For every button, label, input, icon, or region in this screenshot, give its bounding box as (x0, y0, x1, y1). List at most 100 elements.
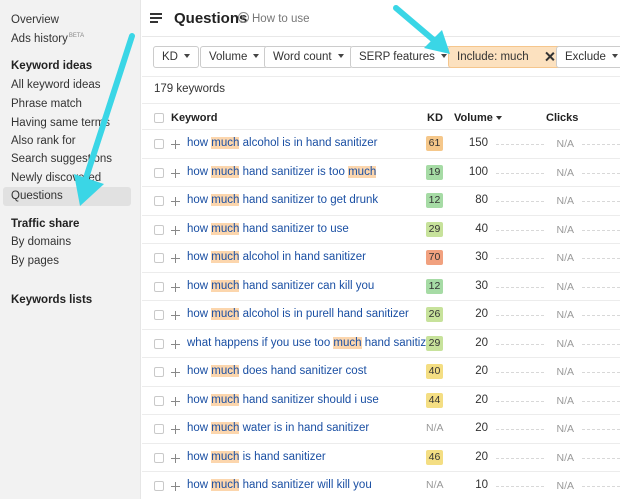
row-divider (142, 328, 620, 330)
add-icon[interactable] (171, 140, 180, 149)
keyword-link[interactable]: how much hand sanitizer will kill you (187, 479, 372, 491)
clicks-trend-line (582, 229, 620, 231)
close-icon[interactable] (545, 52, 554, 61)
add-icon[interactable] (171, 282, 180, 292)
clicks-value: N/A (556, 166, 574, 179)
row-checkbox[interactable] (154, 167, 164, 178)
volume-value: 20 (475, 422, 488, 434)
exclude-filter-button[interactable]: Exclude (556, 46, 620, 68)
menu-icon[interactable] (150, 13, 162, 23)
volume-trend-line (496, 400, 544, 402)
keyword-text: how (187, 222, 212, 235)
add-icon[interactable] (171, 225, 180, 235)
chevron-down-icon (337, 54, 344, 58)
clicks-trend-line (582, 286, 620, 288)
column-header-keyword[interactable]: Keyword (171, 112, 217, 124)
kd-badge: 26 (426, 307, 443, 322)
keyword-link[interactable]: how much hand sanitizer should i use (187, 393, 379, 406)
kd-filter-button[interactable]: KD (153, 46, 199, 68)
include-filter-label: Include: much (457, 51, 529, 63)
keyword-text: how (187, 194, 212, 206)
sidebar-item-also-rank-for[interactable]: Also rank for (11, 135, 76, 147)
row-checkbox[interactable] (154, 224, 164, 235)
row-checkbox[interactable] (154, 310, 164, 320)
add-icon[interactable] (171, 425, 180, 434)
row-checkbox[interactable] (154, 253, 164, 263)
add-icon[interactable] (171, 339, 180, 349)
add-icon[interactable] (171, 168, 180, 178)
sidebar-item-having-same-terms[interactable]: Having same terms (11, 117, 110, 129)
add-icon[interactable] (171, 396, 180, 406)
word-count-filter-label: Word count (273, 51, 332, 63)
clicks-value: N/A (556, 366, 574, 378)
keyword-text: hand sanitizer should i use (239, 393, 379, 406)
row-checkbox[interactable] (154, 367, 164, 377)
add-icon[interactable] (171, 482, 180, 491)
volume-trend-line (496, 144, 544, 145)
keyword-link[interactable]: how much water is in hand sanitizer (187, 422, 369, 434)
row-checkbox[interactable] (154, 424, 164, 434)
keyword-text: is hand sanitizer (239, 450, 326, 463)
volume-trend-line (496, 229, 544, 231)
keyword-link[interactable]: how much does hand sanitizer cost (187, 365, 367, 377)
add-icon[interactable] (171, 453, 180, 463)
keyword-link[interactable]: how much hand sanitizer can kill you (187, 279, 374, 292)
keyword-link[interactable]: how much alcohol is in hand sanitizer (187, 137, 378, 149)
chevron-down-icon (440, 54, 447, 58)
word-count-filter-button[interactable]: Word count (264, 46, 353, 68)
volume-value: 20 (475, 336, 488, 349)
sidebar-item-search-suggestions[interactable]: Search suggestions (11, 153, 112, 165)
volume-filter-label: Volume (209, 51, 248, 63)
volume-filter-button[interactable]: Volume (200, 46, 269, 68)
keyword-link[interactable]: how much hand sanitizer is too much (187, 165, 377, 178)
serp-features-filter-button[interactable]: SERP features (350, 46, 456, 68)
volume-trend-line (496, 372, 544, 373)
clicks-trend-line (582, 429, 620, 430)
sidebar-item-by-pages[interactable]: By pages (11, 255, 59, 267)
row-checkbox[interactable] (154, 196, 164, 206)
keyword-link[interactable]: how much alcohol is in purell hand sanit… (187, 308, 409, 320)
row-checkbox[interactable] (154, 338, 164, 349)
kd-badge: 12 (426, 278, 443, 294)
add-icon[interactable] (171, 254, 180, 263)
select-all-checkbox[interactable] (154, 113, 164, 123)
include-filter-button[interactable]: Include: much (448, 46, 563, 68)
sidebar-item-questions[interactable]: Questions (3, 187, 131, 206)
sidebar-item-newly-discovered[interactable]: Newly discovered (11, 172, 101, 184)
row-checkbox[interactable] (154, 281, 164, 292)
keyword-highlight: much (333, 336, 362, 349)
sidebar-item-ads-history[interactable]: Ads historyBETA (11, 33, 84, 45)
sidebar-item-overview[interactable]: Overview (11, 14, 59, 26)
keyword-link[interactable]: how much hand sanitizer to get drunk (187, 194, 378, 206)
keyword-text: what happens if you use too (187, 336, 334, 349)
column-header-kd[interactable]: KD (427, 112, 443, 124)
volume-value: 30 (475, 279, 488, 292)
keyword-link[interactable]: how much hand sanitizer to use (187, 222, 349, 235)
row-checkbox[interactable] (154, 481, 164, 491)
sidebar-section-keywords-lists[interactable]: Keywords lists (11, 294, 92, 306)
kd-badge: 19 (426, 164, 443, 180)
volume-trend-line (496, 457, 544, 459)
sidebar-item-phrase-match[interactable]: Phrase match (11, 98, 82, 110)
row-checkbox[interactable] (154, 139, 164, 149)
volume-trend-line (496, 286, 544, 288)
keyword-link[interactable]: how much alcohol in hand sanitizer (187, 251, 366, 263)
sidebar-item-all-keyword-ideas[interactable]: All keyword ideas (11, 79, 100, 91)
keyword-highlight: much (211, 165, 240, 178)
keyword-highlight: much (211, 137, 240, 149)
add-icon[interactable] (171, 311, 180, 320)
keyword-link[interactable]: what happens if you use too much hand sa… (187, 336, 436, 349)
column-header-volume[interactable]: Volume (454, 112, 502, 124)
add-icon[interactable] (171, 197, 180, 206)
clicks-trend-line (582, 201, 620, 202)
add-icon[interactable] (171, 368, 180, 377)
how-to-use-link[interactable]: How to use (238, 12, 310, 25)
clicks-trend-line (582, 400, 620, 402)
volume-trend-line (496, 343, 544, 345)
column-header-clicks[interactable]: Clicks (546, 112, 578, 124)
keyword-link[interactable]: how much is hand sanitizer (187, 450, 326, 463)
row-checkbox[interactable] (154, 452, 164, 463)
chevron-down-icon (611, 54, 618, 58)
row-checkbox[interactable] (154, 395, 164, 406)
sidebar-item-by-domains[interactable]: By domains (11, 236, 71, 248)
